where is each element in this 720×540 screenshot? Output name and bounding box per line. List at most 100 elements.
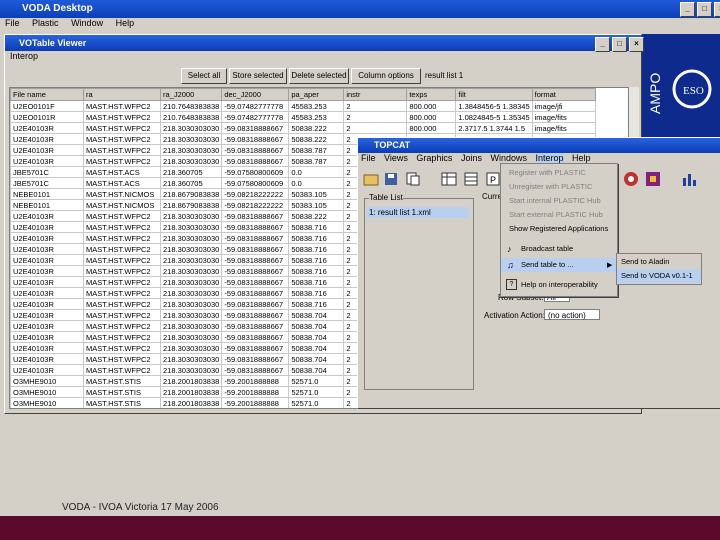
table-cell: -59.07482777778 bbox=[221, 100, 290, 112]
desktop-menubar: File Plastic Window Help bbox=[0, 18, 720, 30]
desktop-titlebar: VODA Desktop _ □ × bbox=[0, 0, 720, 18]
column-header[interactable]: ra_J2000 bbox=[159, 88, 223, 101]
topcat-menu-interop[interactable]: Interop bbox=[535, 153, 564, 163]
table-cell: U2E40103R bbox=[10, 122, 84, 134]
table-cell: MAST.HST.WFPC2 bbox=[83, 243, 161, 255]
votable-minimize-button[interactable]: _ bbox=[595, 37, 610, 52]
table-cell: 50838.716 bbox=[288, 276, 345, 288]
table-cell: -59.08318888667 bbox=[221, 265, 290, 277]
select-all-button[interactable]: Select all bbox=[181, 68, 227, 84]
table-cell: 50383.105 bbox=[288, 188, 345, 200]
table-cell: 2 bbox=[343, 111, 408, 123]
desktop-menu-plastic[interactable]: Plastic bbox=[32, 18, 59, 28]
register-plastic-item[interactable]: Register with PLASTIC bbox=[501, 166, 617, 180]
column-header[interactable]: filt bbox=[455, 88, 533, 101]
table-row[interactable]: U2E40103R MAST.HST.WFPC2 218.3030303030 -59… bbox=[10, 122, 596, 134]
votable-close-button[interactable]: × bbox=[629, 37, 644, 52]
table-cell: 1.3848456-5 1.38345 bbox=[455, 100, 533, 112]
topcat-menu-windows[interactable]: Windows bbox=[490, 153, 527, 163]
topcat-menu-joins[interactable]: Joins bbox=[461, 153, 482, 163]
table-cell: 210.7648383838 bbox=[159, 111, 223, 123]
start-internal-hub-item[interactable]: Start internal PLASTIC Hub bbox=[501, 194, 617, 208]
table-cell: -59.08318888667 bbox=[221, 133, 290, 145]
table-cell: U2E40103R bbox=[10, 331, 84, 343]
table-cell: 218.3030303030 bbox=[159, 309, 223, 321]
save-icon[interactable] bbox=[382, 170, 400, 188]
desktop-maximize-button[interactable]: □ bbox=[697, 2, 712, 17]
column-header[interactable]: instr bbox=[343, 88, 408, 101]
table-cell: -59.08318888667 bbox=[221, 122, 290, 134]
table-cell: 218.3030303030 bbox=[159, 298, 223, 310]
table-cell: 2 bbox=[343, 100, 408, 112]
sky-plot-icon[interactable] bbox=[622, 170, 640, 188]
column-header[interactable]: texps bbox=[406, 88, 457, 101]
show-registered-apps-item[interactable]: Show Registered Applications bbox=[501, 222, 617, 236]
table-cell: image/jfi bbox=[531, 100, 596, 112]
table-cell: MAST.HST.WFPC2 bbox=[83, 122, 161, 134]
send-table-to-item[interactable]: Send table to ... bbox=[501, 258, 617, 272]
table-cell: MAST.HST.WFPC2 bbox=[83, 320, 161, 332]
table-cell: 50838.716 bbox=[288, 243, 345, 255]
table-cell: 50838.787 bbox=[288, 155, 345, 167]
column-options-button[interactable]: Column options bbox=[351, 68, 421, 84]
topcat-menu-file[interactable]: File bbox=[361, 153, 376, 163]
topcat-menu-views[interactable]: Views bbox=[384, 153, 408, 163]
table-row[interactable]: U2EO0101F MAST.HST.WFPC2 210.7648383838 -59… bbox=[10, 100, 596, 112]
send-to-voda-item[interactable]: Send to VODA v0.1-1 bbox=[617, 269, 701, 283]
table-cell: 50838.704 bbox=[288, 353, 345, 365]
table-list-item[interactable]: 1: result list 1.xml bbox=[367, 207, 469, 218]
desktop-close-button[interactable]: × bbox=[714, 2, 720, 17]
table-cell: 218.3030303030 bbox=[159, 122, 223, 134]
table-cell: 45583.253 bbox=[288, 111, 345, 123]
table-cell: 218.3030303030 bbox=[159, 254, 223, 266]
table-cell: MAST.HST.WFPC2 bbox=[83, 144, 161, 156]
table-cell: MAST.HST.ACS bbox=[83, 166, 161, 178]
start-external-hub-item[interactable]: Start external PLASTIC Hub bbox=[501, 208, 617, 222]
table-cell: MAST.HST.WFPC2 bbox=[83, 232, 161, 244]
send-table-submenu: Send to Aladin Send to VODA v0.1-1 bbox=[616, 253, 702, 285]
column-header[interactable]: pa_aper bbox=[288, 88, 345, 101]
table-cell: U2E40103R bbox=[10, 342, 84, 354]
send-to-aladin-item[interactable]: Send to Aladin bbox=[617, 255, 701, 269]
delete-selected-button[interactable]: Delete selected bbox=[289, 68, 349, 84]
eso-logo-text: ESO bbox=[683, 85, 704, 97]
table-cell: MAST.HST.WFPC2 bbox=[83, 210, 161, 222]
open-icon[interactable] bbox=[362, 170, 380, 188]
submenu-arrow-icon: ▶ bbox=[607, 262, 613, 269]
desktop-menu-help[interactable]: Help bbox=[116, 18, 135, 28]
table-view-icon[interactable] bbox=[440, 170, 458, 188]
table-cell: MAST.HST.WFPC2 bbox=[83, 287, 161, 299]
desktop-minimize-button[interactable]: _ bbox=[680, 2, 695, 17]
topcat-menu-help[interactable]: Help bbox=[572, 153, 591, 163]
hist-icon[interactable] bbox=[680, 170, 698, 188]
interop-help-item[interactable]: Help on interoperability bbox=[501, 278, 617, 292]
table-row[interactable]: U2EO0101R MAST.HST.WFPC2 210.7648383838 -59… bbox=[10, 111, 596, 123]
unregister-plastic-item[interactable]: Unregister with PLASTIC bbox=[501, 180, 617, 194]
broadcast-table-item[interactable]: Broadcast table bbox=[501, 242, 617, 256]
duplicate-icon[interactable] bbox=[404, 170, 422, 188]
table-cell: MAST.HST.WFPC2 bbox=[83, 155, 161, 167]
desktop-menu-file[interactable]: File bbox=[5, 18, 20, 28]
bottom-bar bbox=[0, 516, 720, 540]
table-cell: 218.3030303030 bbox=[159, 155, 223, 167]
interop-menu: Register with PLASTIC Unregister with PL… bbox=[500, 163, 618, 297]
table-cell: U2E40103R bbox=[10, 155, 84, 167]
current-table-label: Curre bbox=[482, 192, 503, 201]
density-plot-icon[interactable] bbox=[644, 170, 662, 188]
table-cell: 218.3030303030 bbox=[159, 364, 223, 376]
votable-menu-interop[interactable]: Interop bbox=[10, 51, 38, 61]
desktop-menu-window[interactable]: Window bbox=[71, 18, 103, 28]
column-header[interactable]: format bbox=[531, 88, 596, 101]
table-cell: 218.8679083838 bbox=[159, 199, 223, 211]
votable-maximize-button[interactable]: □ bbox=[612, 37, 627, 52]
column-header[interactable]: File name bbox=[10, 88, 84, 101]
table-cell: 218.360705 bbox=[159, 166, 223, 178]
store-selected-button[interactable]: Store selected bbox=[229, 68, 287, 84]
column-header[interactable]: ra bbox=[83, 88, 161, 101]
topcat-menu-graphics[interactable]: Graphics bbox=[416, 153, 452, 163]
table-cell: 50838.704 bbox=[288, 309, 345, 321]
column-header[interactable]: dec_J2000 bbox=[221, 88, 290, 101]
activation-action-field[interactable]: (no action) bbox=[544, 309, 600, 320]
columns-icon[interactable] bbox=[462, 170, 480, 188]
table-cell: MAST.HST.WFPC2 bbox=[83, 364, 161, 376]
